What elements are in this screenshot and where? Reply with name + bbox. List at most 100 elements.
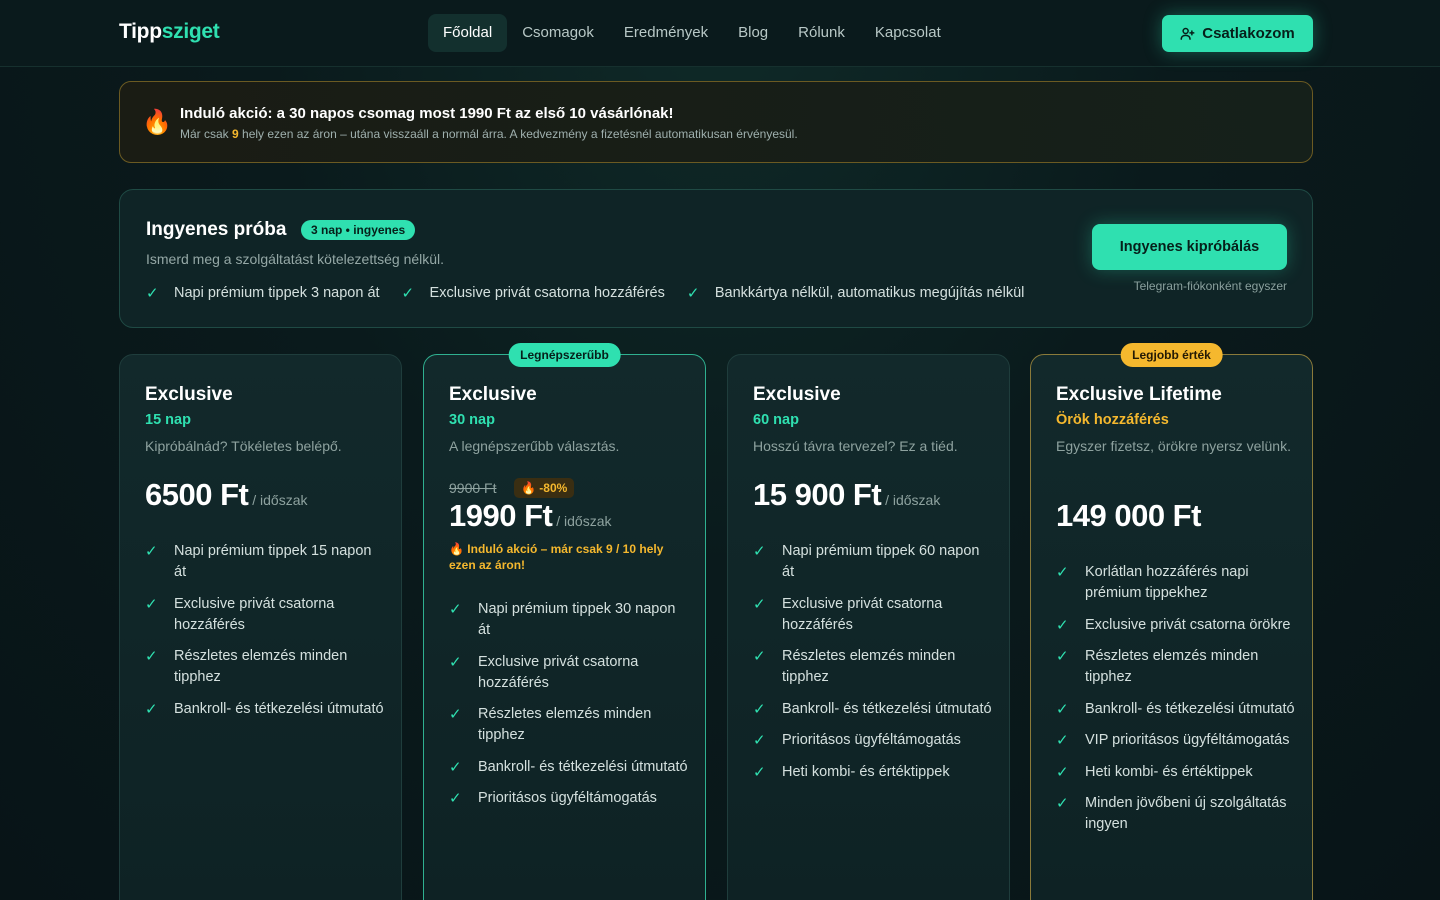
check-icon: ✓ xyxy=(401,285,415,302)
plan-name: Exclusive xyxy=(145,384,233,405)
logo-part-1: Tipp xyxy=(119,20,162,43)
best-value-badge: Legjobb érték xyxy=(1120,343,1223,367)
plan-feature: ✓ Heti kombi- és értéktippek xyxy=(1056,763,1253,781)
plan-description: Kipróbálnád? Tökéletes belépő. xyxy=(145,438,342,454)
nav-item-blog[interactable]: Blog xyxy=(723,14,783,52)
check-icon: ✓ xyxy=(753,732,766,749)
plan-feature: ✓ Bankroll- és tétkezelési útmutató xyxy=(449,758,688,776)
check-icon: ✓ xyxy=(145,543,158,560)
check-icon: ✓ xyxy=(1056,700,1069,718)
join-button-label: Csatlakozom xyxy=(1202,25,1295,42)
plan-price: 149 000 Ft xyxy=(1056,498,1201,533)
check-icon: ✓ xyxy=(449,790,462,807)
plan-description: Egyszer fizetsz, örökre nyersz velünk. xyxy=(1056,438,1291,454)
check-icon: ✓ xyxy=(686,285,700,302)
check-icon: ✓ xyxy=(1056,763,1069,781)
plan-name: Exclusive Lifetime xyxy=(1056,384,1222,405)
plan-description: A legnépszerűbb választás. xyxy=(449,438,620,454)
logo-part-2: sziget xyxy=(161,20,220,43)
check-icon: ✓ xyxy=(753,700,766,718)
plan-feature: ✓ Részletes elemzés minden tipphez xyxy=(753,646,993,688)
plan-name: Exclusive xyxy=(753,384,841,405)
user-plus-icon xyxy=(1180,27,1195,40)
plan-description: Hosszú távra tervezel? Ez a tiéd. xyxy=(753,438,958,454)
plan-feature: ✓ VIP prioritásos ügyféltámogatás xyxy=(1056,732,1290,749)
check-icon: ✓ xyxy=(1056,648,1069,665)
trial-title: Ingyenes próba xyxy=(146,219,287,240)
plan-feature: ✓ Exclusive privát csatorna hozzáférés xyxy=(145,594,385,636)
plan-price: 1990 Ft / időszak xyxy=(449,498,612,533)
trial-feature: ✓ Napi prémium tippek 3 napon át xyxy=(146,285,380,302)
plan-name: Exclusive xyxy=(449,384,537,405)
check-icon: ✓ xyxy=(146,285,159,302)
promo-banner-subtitle: Már csak 9 hely ezen az áron – utána vis… xyxy=(180,127,798,141)
nav-item-results[interactable]: Eredmények xyxy=(609,14,723,52)
plan-feature: ✓ Exclusive privát csatorna hozzáférés xyxy=(449,652,689,694)
trial-subtitle: Ismerd meg a szolgáltatást kötelezettség… xyxy=(146,251,445,267)
site-logo[interactable]: Tippsziget xyxy=(119,20,220,44)
check-icon: ✓ xyxy=(145,648,158,665)
promo-banner: 🔥 Induló akció: a 30 napos csomag most 1… xyxy=(119,81,1313,163)
check-icon: ✓ xyxy=(449,653,462,671)
plan-card-60-days: Exclusive 60 nap Hosszú távra tervezel? … xyxy=(727,354,1010,900)
old-price: 9900 Ft xyxy=(449,480,497,496)
free-trial-panel: Ingyenes próba 3 nap • ingyenes Ismerd m… xyxy=(119,189,1313,328)
plan-features: ✓ Napi prémium tippek 30 napon át ✓ Exclus… xyxy=(449,599,689,820)
plan-feature: ✓ Korlátlan hozzáférés napi prémium tippe… xyxy=(1056,562,1296,604)
free-trial-button[interactable]: Ingyenes kipróbálás xyxy=(1092,224,1287,270)
check-icon: ✓ xyxy=(145,700,158,718)
plan-feature: ✓ Prioritásos ügyféltámogatás xyxy=(753,732,961,749)
plan-feature: ✓ Exclusive privát csatorna örökre xyxy=(1056,616,1291,634)
plan-feature: ✓ Bankroll- és tétkezelési útmutató xyxy=(145,700,384,718)
top-navigation-bar: Tippsziget Főoldal Csomagok Eredmények B… xyxy=(0,0,1440,67)
plan-duration: 30 nap xyxy=(449,412,495,428)
plan-card-lifetime: Legjobb érték Exclusive Lifetime Örök ho… xyxy=(1030,343,1313,900)
nav-item-packages[interactable]: Csomagok xyxy=(507,14,609,52)
plan-feature: ✓ Prioritásos ügyféltámogatás xyxy=(449,790,657,807)
plan-promo-note: 🔥 Induló akció – már csak 9 / 10 hely ez… xyxy=(449,542,664,572)
remaining-count: 9 xyxy=(232,127,239,141)
plan-price: 6500 Ft / időszak xyxy=(145,477,308,512)
check-icon: ✓ xyxy=(753,648,766,665)
plan-card-15-days: Exclusive 15 nap Kipróbálnád? Tökéletes … xyxy=(119,354,402,900)
trial-features: ✓ Napi prémium tippek 3 napon át ✓ Exclusi… xyxy=(146,284,1024,302)
promo-banner-title: Induló akció: a 30 napos csomag most 199… xyxy=(180,105,674,122)
plan-feature: ✓ Napi prémium tippek 60 napon át xyxy=(753,541,993,583)
check-icon: ✓ xyxy=(1056,564,1069,581)
check-icon: ✓ xyxy=(753,763,766,781)
plan-feature: ✓ Napi prémium tippek 30 napon át xyxy=(449,599,689,641)
plan-feature: ✓ Napi prémium tippek 15 napon át xyxy=(145,541,385,583)
check-icon: ✓ xyxy=(753,543,766,560)
plan-feature: ✓ Részletes elemzés minden tipphez xyxy=(145,646,385,688)
fire-icon: 🔥 xyxy=(142,109,172,136)
check-icon: ✓ xyxy=(1056,732,1069,749)
nav-item-home[interactable]: Főoldal xyxy=(428,14,508,52)
check-icon: ✓ xyxy=(753,595,766,613)
check-icon: ✓ xyxy=(1056,616,1069,634)
plan-feature: ✓ Exclusive privát csatorna hozzáférés xyxy=(753,594,993,636)
plan-features: ✓ Korlátlan hozzáférés napi prémium tippe… xyxy=(1056,562,1296,846)
plan-features: ✓ Napi prémium tippek 60 napon át ✓ Exclus… xyxy=(753,541,993,793)
plan-feature: ✓ Heti kombi- és értéktippek xyxy=(753,763,950,781)
plan-feature: ✓ Részletes elemzés minden tipphez xyxy=(1056,646,1296,688)
plan-card-30-days: Legnépszerűbb Exclusive 30 nap A legnéps… xyxy=(423,343,706,900)
join-button[interactable]: Csatlakozom xyxy=(1162,15,1313,52)
check-icon: ✓ xyxy=(449,758,462,776)
plan-price: 15 900 Ft / időszak xyxy=(753,477,941,512)
plan-feature: ✓ Bankroll- és tétkezelési útmutató xyxy=(1056,700,1295,718)
nav-item-about[interactable]: Rólunk xyxy=(783,14,860,52)
plan-feature: ✓ Bankroll- és tétkezelési útmutató xyxy=(753,700,992,718)
check-icon: ✓ xyxy=(1056,795,1069,812)
plan-duration: 60 nap xyxy=(753,412,799,428)
nav-item-contact[interactable]: Kapcsolat xyxy=(860,14,956,52)
plan-feature: ✓ Részletes elemzés minden tipphez xyxy=(449,704,689,746)
trial-feature: ✓ Exclusive privát csatorna hozzáférés xyxy=(401,285,665,302)
trial-note: Telegram-fiókonként egyszer xyxy=(1133,279,1287,293)
plan-duration: 15 nap xyxy=(145,412,191,428)
plan-feature: ✓ Minden jövőbeni új szolgáltatás ingyen xyxy=(1056,793,1296,835)
popular-badge: Legnépszerűbb xyxy=(508,343,621,367)
discount-badge: 🔥 -80% xyxy=(514,478,575,498)
main-nav: Főoldal Csomagok Eredmények Blog Rólunk … xyxy=(428,14,956,52)
check-icon: ✓ xyxy=(145,595,158,613)
trial-feature: ✓ Bankkártya nélkül, automatikus megújítá… xyxy=(686,285,1025,302)
